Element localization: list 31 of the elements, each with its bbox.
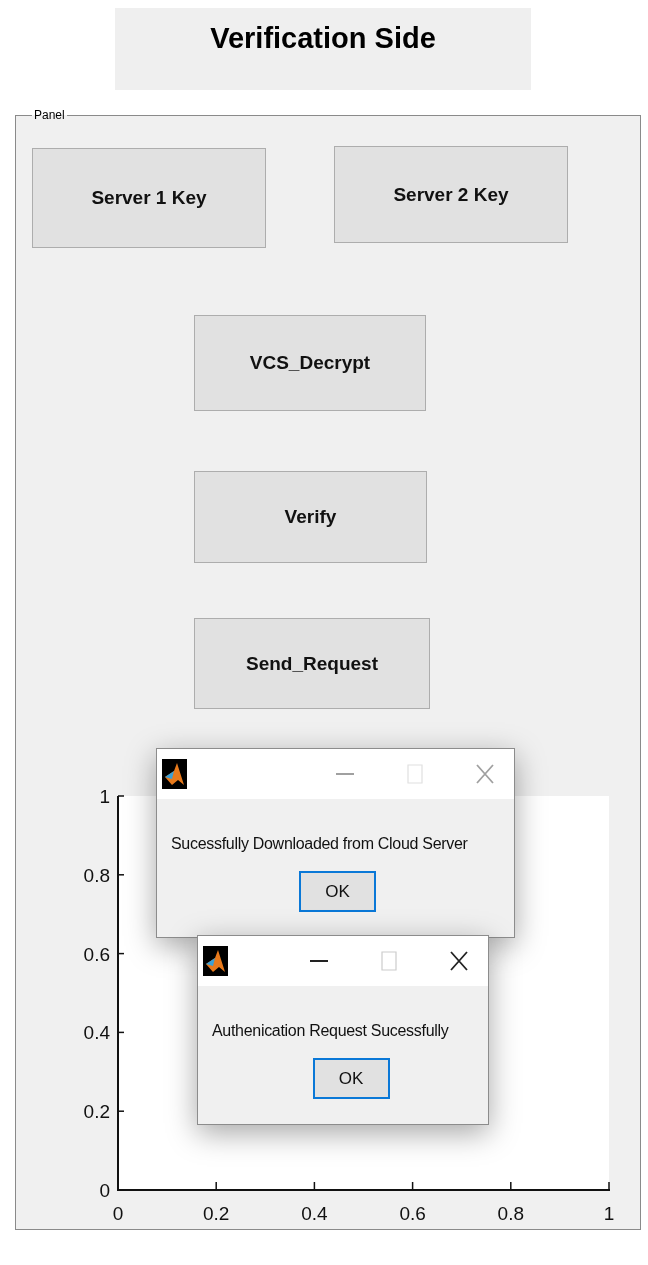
tick-label: 1 — [603, 1203, 615, 1224]
tick-label: 0.2 — [203, 1203, 230, 1224]
dialog-message: Sucessfully Downloaded from Cloud Server — [171, 835, 469, 853]
panel-button[interactable]: Server 1 Key — [32, 148, 266, 248]
tick-label: 0.4 — [83, 1022, 110, 1044]
tick-label: 0.8 — [497, 1203, 524, 1224]
tick-label: 0.6 — [83, 943, 110, 965]
ok-button[interactable]: OK — [299, 871, 376, 912]
panel-button[interactable]: Server 2 Key — [334, 146, 568, 243]
dialog-message: Authenication Request Sucessfully — [212, 1022, 450, 1040]
minimize-icon — [336, 773, 354, 775]
maximize-icon — [381, 951, 397, 971]
maximize-icon — [407, 764, 423, 784]
tick-label: 0 — [99, 1180, 110, 1201]
tick-label: 0.8 — [83, 864, 110, 886]
peak-icon — [203, 946, 228, 976]
panel-button[interactable]: Send_Request — [194, 618, 430, 709]
close-icon — [476, 764, 494, 784]
tick-label: 0.2 — [83, 1101, 110, 1123]
tick-label: 0.4 — [301, 1203, 328, 1224]
close-icon — [450, 951, 468, 971]
peak-icon — [162, 759, 187, 789]
tick-label: 0 — [112, 1203, 124, 1224]
tick-label: 1 — [99, 786, 110, 807]
panel-button[interactable]: VCS_Decrypt — [194, 315, 426, 411]
tick-label: 0.6 — [399, 1203, 426, 1224]
page-title: Verification Side — [210, 22, 436, 56]
minimize-icon — [310, 960, 328, 962]
ok-button[interactable]: OK — [312, 1058, 390, 1099]
panel-button[interactable]: Verify — [194, 471, 427, 563]
panel-title: Panel — [33, 108, 66, 122]
